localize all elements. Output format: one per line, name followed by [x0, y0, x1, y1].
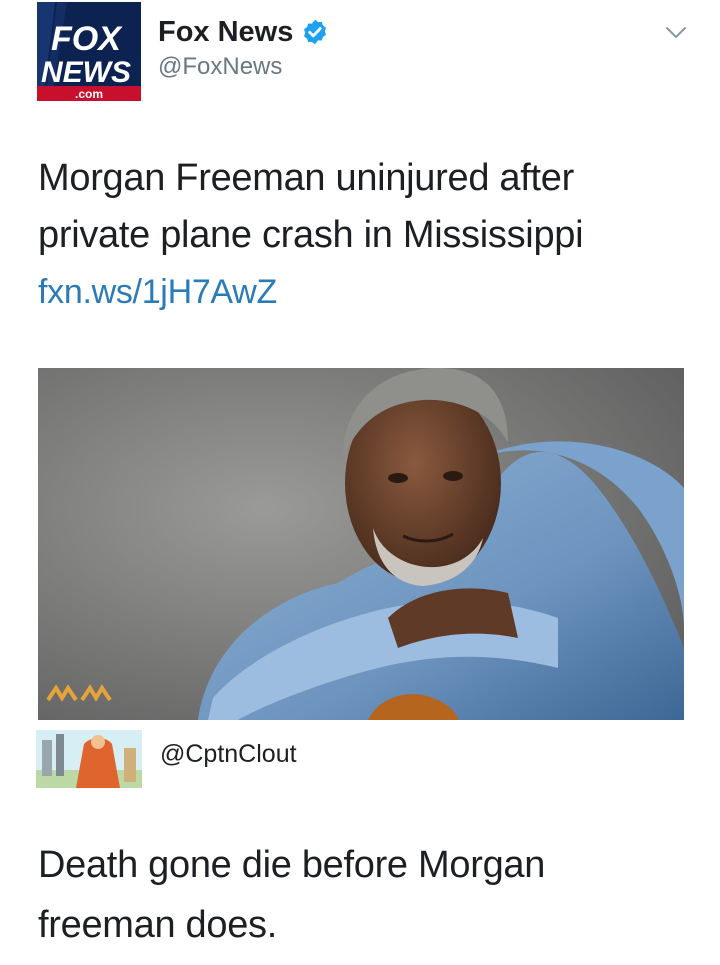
- reply-text: Death gone die before Morgan freeman doe…: [38, 844, 546, 946]
- fox-news-logo: FOX NEWS .com: [37, 2, 141, 101]
- tweet-author: Fox News @FoxNews: [158, 14, 329, 82]
- tweet-text: Morgan Freeman uninjured after private p…: [38, 157, 584, 256]
- tweet-photo[interactable]: [38, 368, 684, 720]
- tweet-body: Morgan Freeman uninjured after private p…: [38, 150, 688, 321]
- verified-badge-icon: [304, 19, 327, 45]
- tweet-link[interactable]: fxn.ws/1jH7AwZ: [38, 264, 688, 321]
- author-name-row: Fox News: [158, 14, 329, 50]
- chevron-down-icon[interactable]: [664, 20, 688, 44]
- author-avatar[interactable]: FOX NEWS .com: [37, 2, 141, 101]
- cartoon-avatar-image: [36, 730, 142, 788]
- author-name[interactable]: Fox News: [158, 14, 293, 50]
- logo-text-com: .com: [75, 87, 103, 101]
- portrait-image: [38, 368, 684, 720]
- reply-handle[interactable]: @CptnClout: [160, 738, 297, 770]
- logo-text-news: NEWS: [41, 56, 131, 89]
- reply-avatar[interactable]: [36, 730, 142, 788]
- author-handle[interactable]: @FoxNews: [158, 52, 329, 82]
- logo-text-fox: FOX: [51, 20, 123, 58]
